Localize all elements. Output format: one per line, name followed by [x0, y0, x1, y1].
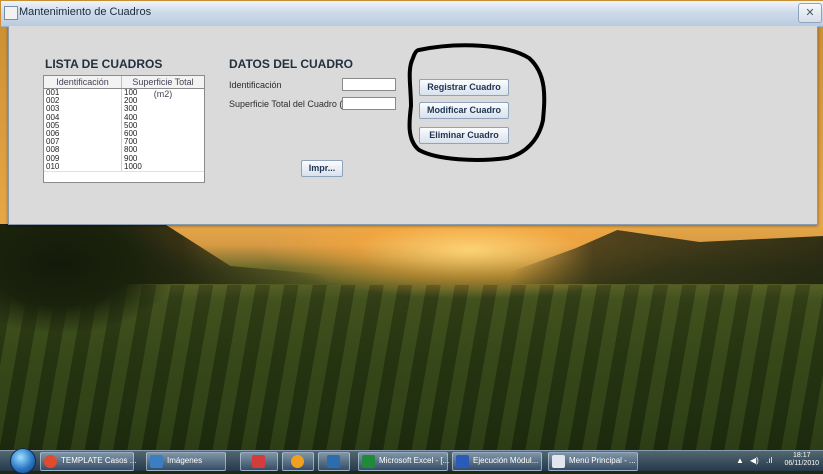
network-signal-icon[interactable]: .ıl [766, 456, 772, 465]
clock-date: 06/11/2010 [784, 460, 819, 467]
table-empty-area [44, 170, 204, 182]
chrome-icon-2 [291, 455, 304, 468]
column-header-id[interactable]: Identificación [44, 76, 122, 88]
app-icon [4, 6, 18, 20]
taskbar-label: Microsoft Excel - [... [379, 456, 450, 465]
window-content: LISTA DE CUADROS Identificación Superfic… [9, 26, 817, 224]
list-title: LISTA DE CUADROS [45, 57, 163, 71]
clock-time: 18:17 [792, 452, 811, 459]
window-title: Mantenimiento de Cuadros [19, 6, 152, 18]
window-titlebar[interactable]: Mantenimiento de Cuadros ✕ [1, 1, 823, 27]
id-label: Identificación [229, 80, 282, 90]
chrome-icon [44, 455, 57, 468]
area-label: Superficie Total del Cuadro (m2) [229, 99, 358, 109]
clock[interactable]: 18:17 06/11/2010 [784, 452, 819, 468]
taskbar-label: Ejecución Módul... [473, 456, 539, 465]
tray-arrow-icon[interactable]: ▲ [736, 456, 744, 465]
id-field[interactable] [342, 78, 396, 91]
taskbar-item-chrome[interactable] [282, 452, 314, 471]
volume-icon[interactable]: ◀) [750, 456, 759, 465]
cell-area: 1000 [124, 161, 142, 171]
folder-pictures-icon [150, 455, 163, 468]
wallpaper-tree [0, 224, 190, 354]
taskbar-item-menu-principal[interactable]: Menú Principal - ... [548, 452, 638, 471]
taskbar-label: Imágenes [167, 456, 203, 465]
taskbar-item-network[interactable] [318, 452, 350, 471]
taskbar-item-paint[interactable] [240, 452, 278, 471]
cuadros-table[interactable]: Identificación Superficie Total (m2) 001… [43, 75, 205, 183]
app-window: Mantenimiento de Cuadros ✕ LISTA DE CUAD… [1, 1, 823, 225]
system-tray: ▲ ◀) .ıl 18:17 06/11/2010 [728, 451, 823, 471]
taskbar-item-imagenes[interactable]: Imágenes [146, 452, 226, 471]
area-field[interactable] [342, 97, 396, 110]
form-title: DATOS DEL CUADRO [229, 57, 354, 71]
paint-icon [252, 455, 265, 468]
taskbar-item-excel[interactable]: Microsoft Excel - [... [358, 452, 450, 471]
hand-drawn-circle-annotation [407, 43, 547, 162]
taskbar-label: TEMPLATE Casos ... [61, 456, 137, 465]
print-button[interactable]: Impr... [301, 160, 343, 177]
table-row[interactable]: 010 1000 [44, 161, 204, 171]
excel-icon [362, 455, 375, 468]
cell-id: 010 [44, 162, 122, 171]
close-button[interactable]: ✕ [798, 3, 822, 23]
column-header-area[interactable]: Superficie Total (m2) [122, 76, 204, 99]
network-icon [327, 455, 340, 468]
taskbar-item-template[interactable]: TEMPLATE Casos ... [40, 452, 137, 471]
start-button[interactable] [10, 448, 36, 474]
taskbar: TEMPLATE Casos ... Imágenes Microsoft Ex… [0, 448, 823, 474]
taskbar-item-word[interactable]: Ejecución Módul... [452, 452, 542, 471]
word-icon [456, 455, 469, 468]
taskbar-label: Menú Principal - ... [569, 456, 636, 465]
java-icon [552, 455, 565, 468]
